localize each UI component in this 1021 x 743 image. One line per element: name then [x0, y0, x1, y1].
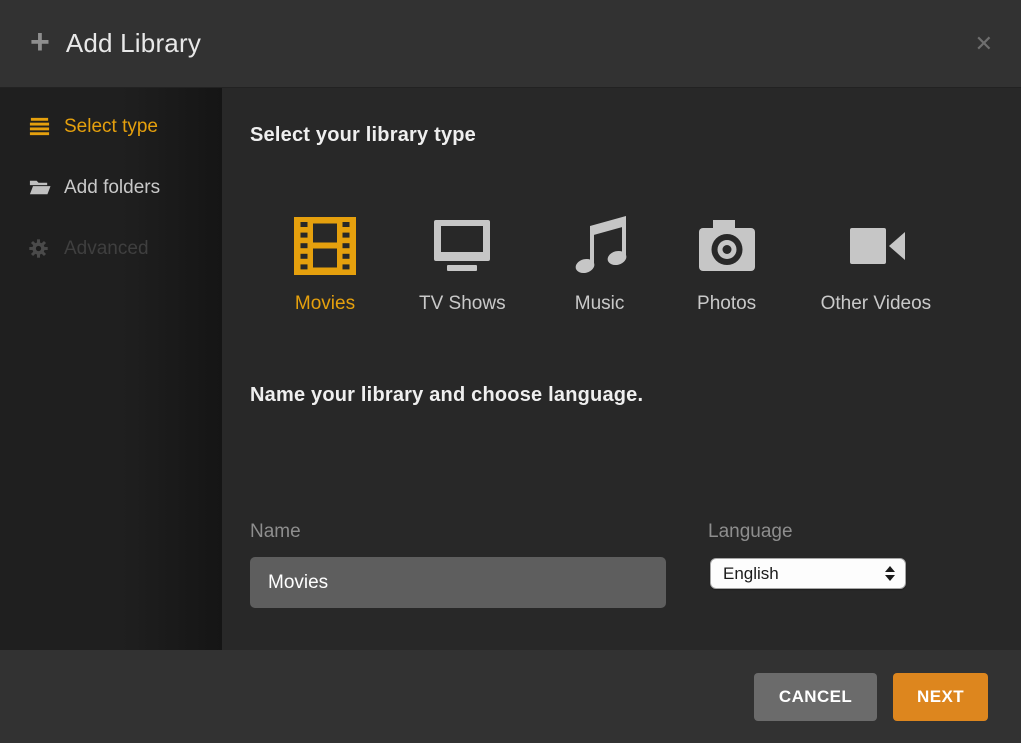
library-type-music[interactable]: Music [567, 214, 633, 315]
open-folder-icon [28, 176, 52, 200]
select-arrows-icon [885, 566, 895, 581]
language-select[interactable]: English [710, 558, 906, 589]
library-type-heading: Select your library type [250, 124, 476, 147]
name-field-label: Name [250, 521, 301, 543]
library-type-label: Music [575, 293, 625, 315]
sidebar-item-add-folders[interactable]: Add folders [0, 157, 222, 218]
sidebar-item-label: Advanced [64, 238, 149, 260]
plus-icon: + [30, 25, 50, 59]
dialog-body: Select type Add folders [0, 88, 1021, 650]
film-strip-icon [292, 214, 358, 278]
steps-sidebar: Select type Add folders [0, 88, 222, 650]
sidebar-item-select-type[interactable]: Select type [0, 96, 222, 157]
next-button[interactable]: NEXT [893, 673, 988, 721]
library-type-options: Movies TV Shows [292, 214, 931, 315]
library-type-label: Photos [697, 293, 756, 315]
language-select-value: English [723, 564, 885, 584]
library-type-tv-shows[interactable]: TV Shows [419, 214, 506, 315]
list-lines-icon [28, 115, 52, 139]
library-type-label: Movies [295, 293, 355, 315]
library-type-photos[interactable]: Photos [694, 214, 760, 315]
video-camera-icon [843, 214, 909, 278]
library-type-label: Other Videos [821, 293, 932, 315]
dialog-title: Add Library [66, 28, 201, 59]
camera-icon [694, 214, 760, 278]
language-field-label: Language [708, 521, 793, 543]
library-type-label: TV Shows [419, 293, 506, 315]
sidebar-item-advanced: Advanced [0, 218, 222, 279]
music-note-icon [567, 214, 633, 278]
dialog-header: + Add Library ✕ [0, 0, 1021, 88]
sidebar-item-label: Add folders [64, 177, 160, 199]
sidebar-item-label: Select type [64, 116, 158, 138]
library-type-other-videos[interactable]: Other Videos [821, 214, 932, 315]
add-library-dialog: + Add Library ✕ Select type [0, 0, 1021, 743]
close-icon[interactable]: ✕ [975, 33, 993, 55]
dialog-footer: CANCEL NEXT [0, 650, 1021, 743]
library-name-input[interactable] [250, 557, 666, 608]
library-type-movies[interactable]: Movies [292, 214, 358, 315]
main-panel: Select your library type [222, 88, 1021, 650]
tv-icon [429, 214, 495, 278]
cancel-button[interactable]: CANCEL [754, 673, 877, 721]
name-language-heading: Name your library and choose language. [250, 384, 643, 407]
gear-icon [28, 237, 52, 261]
